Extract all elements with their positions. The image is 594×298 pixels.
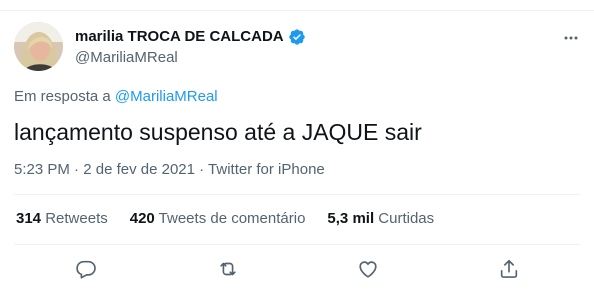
retweets-count: 314 [16,210,42,227]
likes-count: 5,3 mil [327,210,375,227]
tweet-date[interactable]: 2 de fev de 2021 [83,161,195,178]
likes-label: Curtidas [378,210,435,227]
more-icon[interactable] [563,30,579,46]
divider [14,194,580,195]
tweet-time[interactable]: 5:23 PM [14,161,70,178]
quotes-count: 420 [129,210,155,227]
author-name-row[interactable]: marilia TROCA DE CALCADA [75,28,306,46]
heart-icon [357,261,379,284]
retweet-icon [217,262,239,284]
reply-handle-link[interactable]: @MariliaMReal [115,88,218,105]
like-button[interactable] [357,258,379,280]
tweet-source[interactable]: Twitter for iPhone [208,161,325,178]
quotes-label: Tweets de comentário [158,210,306,227]
reply-button[interactable] [75,258,97,280]
tweet-meta: 5:23 PM · 2 de fev de 2021 · Twitter for… [14,161,325,179]
likes-stat[interactable]: 5,3 mil Curtidas [327,210,434,228]
author-handle[interactable]: @MariliaMReal [75,49,178,67]
quotes-stat[interactable]: 420 Tweets de comentário [130,210,306,228]
verified-badge-icon [288,28,306,46]
tweet-detail: marilia TROCA DE CALCADA @MariliaMReal E… [0,0,594,298]
engagement-stats: 314 Retweets 420 Tweets de comentário 5,… [16,210,456,228]
author-display-name[interactable]: marilia TROCA DE CALCADA [75,28,284,46]
reply-prefix: Em resposta a [14,88,111,105]
share-button[interactable] [498,258,520,280]
divider [14,244,580,245]
tweet-text: lançamento suspenso até a JAQUE sair [14,119,422,145]
meta-separator: · [194,161,209,178]
retweets-label: Retweets [45,210,108,227]
reply-icon [75,260,97,284]
retweets-stat[interactable]: 314 Retweets [16,210,108,228]
share-icon [498,259,520,284]
reply-context: Em resposta a @MariliaMReal [14,88,218,106]
retweet-button[interactable] [217,258,239,280]
meta-separator: · [69,161,84,178]
avatar[interactable] [14,22,63,71]
